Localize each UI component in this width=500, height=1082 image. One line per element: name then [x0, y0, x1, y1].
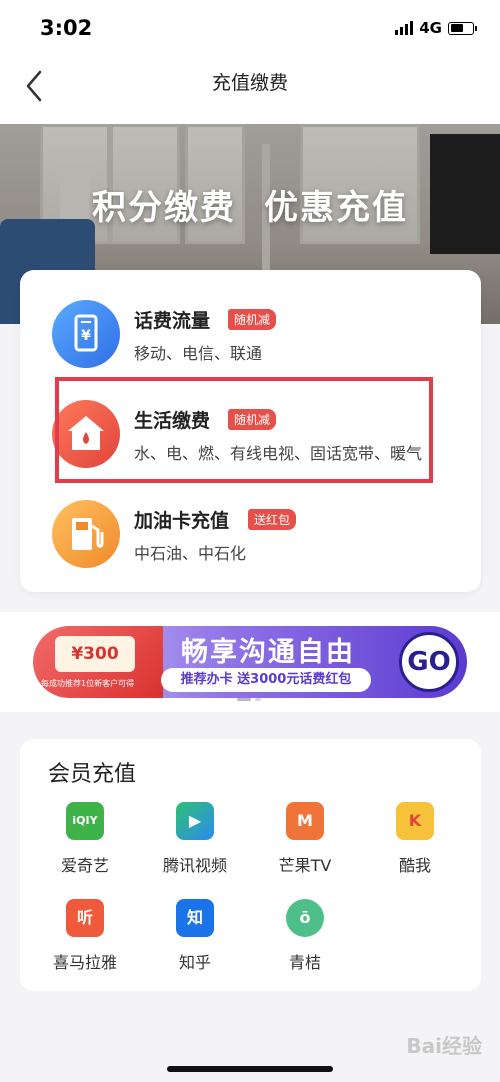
member-label: 芒果TV: [278, 856, 332, 875]
member-label: 腾讯视频: [162, 856, 227, 875]
member-item-qingju[interactable]: ō 青桔: [255, 899, 355, 979]
member-item-zhihu[interactable]: 知 知乎: [145, 899, 245, 979]
status-indicators: 4G: [395, 19, 477, 37]
service-fuel-card[interactable]: 加油卡充值 送红包 中石油、中石化: [20, 484, 481, 584]
mango-tv-icon: M: [286, 802, 324, 840]
status-bar: 3:02 4G: [0, 0, 500, 56]
zhihu-icon: 知: [176, 899, 214, 937]
member-label: 知乎: [178, 953, 211, 972]
promo-tag: 随机减: [228, 309, 277, 330]
member-item-mango-tv[interactable]: M 芒果TV: [255, 802, 355, 882]
qingju-icon: ō: [286, 899, 324, 937]
service-phone-data[interactable]: ¥ 话费流量 随机减 移动、电信、联通: [20, 284, 481, 384]
ximalaya-icon: 听: [66, 899, 104, 937]
service-desc: 移动、电信、联通: [134, 344, 263, 363]
member-item-kuwo[interactable]: K 酷我: [365, 802, 465, 882]
hero-left-text: 积分缴费: [92, 188, 236, 228]
service-desc: 中石油、中石化: [134, 544, 247, 563]
member-label: 青桔: [288, 953, 321, 972]
service-name: 加油卡充值: [134, 510, 230, 532]
promo-coupon: ¥300: [55, 636, 135, 672]
member-item-tencent-video[interactable]: ▶ 腾讯视频: [145, 802, 245, 882]
promo-tag: 送红包: [248, 509, 297, 530]
promo-title: 畅享沟通自由: [181, 637, 355, 668]
nav-bar: 充值缴费: [0, 56, 500, 124]
promo-banner[interactable]: ¥300 每成功推荐1位新客户可得 畅享沟通自由 推荐办卡 送3000元话费红包…: [33, 626, 467, 698]
kuwo-icon: K: [396, 802, 434, 840]
page-title: 充值缴费: [211, 72, 288, 94]
home-indicator: [167, 1066, 333, 1072]
hero-text: 积分缴费 优惠充值: [0, 180, 500, 229]
play-icon: ▶: [176, 802, 214, 840]
iqiyi-icon: iQIY: [66, 802, 104, 840]
promo-subtitle: 推荐办卡 送3000元话费红包: [161, 668, 371, 692]
battery-icon: [448, 21, 477, 35]
fuel-pump-icon: [52, 500, 120, 568]
network-type: 4G: [419, 19, 442, 37]
carousel-dots: [237, 698, 261, 701]
member-label: 酷我: [398, 856, 431, 875]
member-label: 爱奇艺: [60, 856, 109, 875]
member-item-iqiyi[interactable]: iQIY 爱奇艺: [35, 802, 135, 882]
phone-bill-icon: ¥: [52, 300, 120, 368]
watermark: Bai经验: [406, 1034, 482, 1058]
service-name: 话费流量: [134, 310, 211, 332]
status-time: 3:02: [40, 16, 93, 40]
svg-text:¥: ¥: [81, 328, 91, 344]
section-title: 会员充值: [48, 762, 137, 787]
hero-right-text: 优惠充值: [264, 188, 408, 228]
go-button[interactable]: GO: [399, 632, 459, 692]
member-label: 喜马拉雅: [52, 953, 117, 972]
promo-note: 每成功推荐1位新客户可得: [41, 679, 135, 688]
signal-icon: [395, 21, 414, 35]
member-item-ximalaya[interactable]: 听 喜马拉雅: [35, 899, 135, 979]
highlight-box: [55, 377, 433, 483]
member-card: 会员充值 iQIY 爱奇艺 ▶ 腾讯视频 M 芒果TV K 酷我 听 喜马拉雅 …: [20, 739, 481, 991]
